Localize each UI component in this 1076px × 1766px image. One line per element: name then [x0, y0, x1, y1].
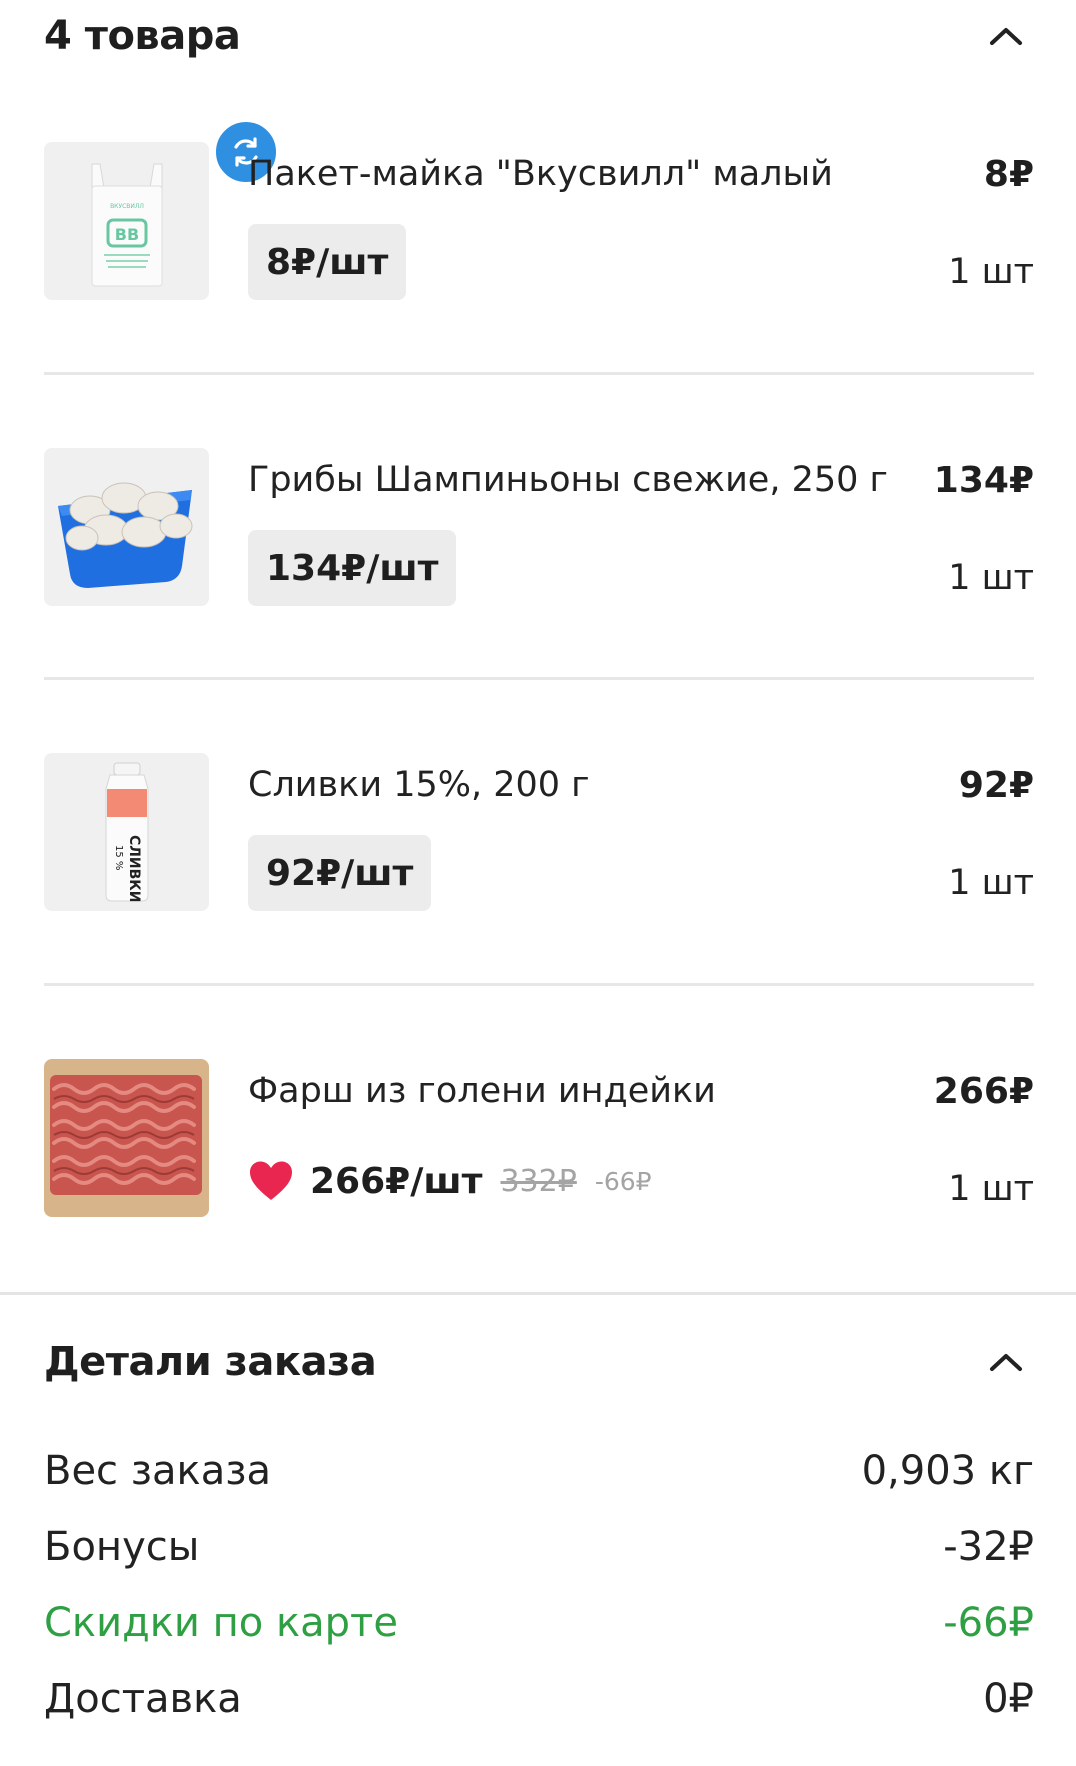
unit-price: 266₽/шт [310, 1160, 483, 1202]
bottle-percent-text: 15 % [113, 845, 124, 870]
detail-label: Вес заказа [44, 1448, 271, 1494]
item-quantity: 1 шт [948, 252, 1034, 292]
minced-meat-image [44, 1059, 209, 1217]
item-name: Сливки 15%, 200 г [248, 765, 590, 805]
order-weight-row: Вес заказа 0,903 кг [44, 1448, 1034, 1494]
divider [44, 372, 1034, 375]
item-quantity: 1 шт [948, 558, 1034, 598]
item-quantity: 1 шт [948, 1169, 1034, 1209]
promo-price-row: 266₽/шт 332₽ -66₽ [248, 1155, 652, 1207]
detail-value: -66₽ [943, 1600, 1034, 1646]
delivery-row: Доставка 0₽ [44, 1676, 1034, 1722]
items-section-header[interactable]: 4 товара [44, 8, 1034, 64]
card-discount-row: Скидки по карте -66₽ [44, 1600, 1034, 1646]
item-total-price: 92₽ [958, 765, 1034, 806]
order-details-title: Детали заказа [44, 1339, 377, 1385]
chevron-up-icon[interactable] [978, 1334, 1034, 1390]
chevron-up-icon[interactable] [978, 8, 1034, 64]
detail-value: 0,903 кг [861, 1448, 1034, 1494]
item-name: Пакет-майка "Вкусвилл" малый [248, 154, 833, 194]
discount-amount: -66₽ [594, 1166, 652, 1196]
item-total-price: 266₽ [933, 1071, 1034, 1112]
order-details-header[interactable]: Детали заказа [44, 1334, 1034, 1390]
detail-label: Доставка [44, 1676, 242, 1722]
detail-value: -32₽ [943, 1524, 1034, 1570]
item-name: Фарш из голени индейки [248, 1071, 716, 1111]
cart-item[interactable]: ВВ ВКУСВИЛЛ Пакет-майка "Вкусвилл" малый… [44, 118, 1034, 308]
item-name: Грибы Шампиньоны свежие, 250 г [248, 460, 888, 500]
cart-item[interactable]: СЛИВКИ 15 % Сливки 15%, 200 г 92₽ 92₽/шт… [44, 753, 1034, 919]
bag-brand-text: ВКУСВИЛЛ [110, 203, 144, 210]
unit-price-badge: 92₽/шт [248, 835, 432, 911]
item-total-price: 8₽ [983, 154, 1034, 195]
bag-image: ВВ ВКУСВИЛЛ [44, 142, 209, 300]
unit-price-badge: 8₽/шт [248, 224, 407, 300]
divider [44, 983, 1034, 986]
bottle-label-text: СЛИВКИ [126, 835, 142, 902]
divider [44, 677, 1034, 680]
cart-item[interactable]: Грибы Шампиньоны свежие, 250 г 134₽ 134₽… [44, 448, 1034, 614]
detail-value: 0₽ [983, 1676, 1034, 1722]
items-count-title: 4 товара [44, 13, 241, 59]
unit-price-badge: 134₽/шт [248, 530, 457, 606]
cart-item[interactable]: Фарш из голени индейки 266₽ 266₽/шт 332₽… [44, 1059, 1034, 1225]
detail-label: Скидки по карте [44, 1600, 398, 1646]
item-quantity: 1 шт [948, 863, 1034, 903]
bonuses-row: Бонусы -32₽ [44, 1524, 1034, 1570]
cream-bottle-image: СЛИВКИ 15 % [44, 753, 209, 911]
detail-label: Бонусы [44, 1524, 200, 1570]
item-total-price: 134₽ [933, 460, 1034, 501]
old-price: 332₽ [500, 1163, 577, 1199]
section-divider [0, 1292, 1076, 1295]
heart-icon [250, 1161, 292, 1200]
bag-logo-text: ВВ [115, 225, 139, 244]
mushrooms-image [44, 448, 209, 606]
